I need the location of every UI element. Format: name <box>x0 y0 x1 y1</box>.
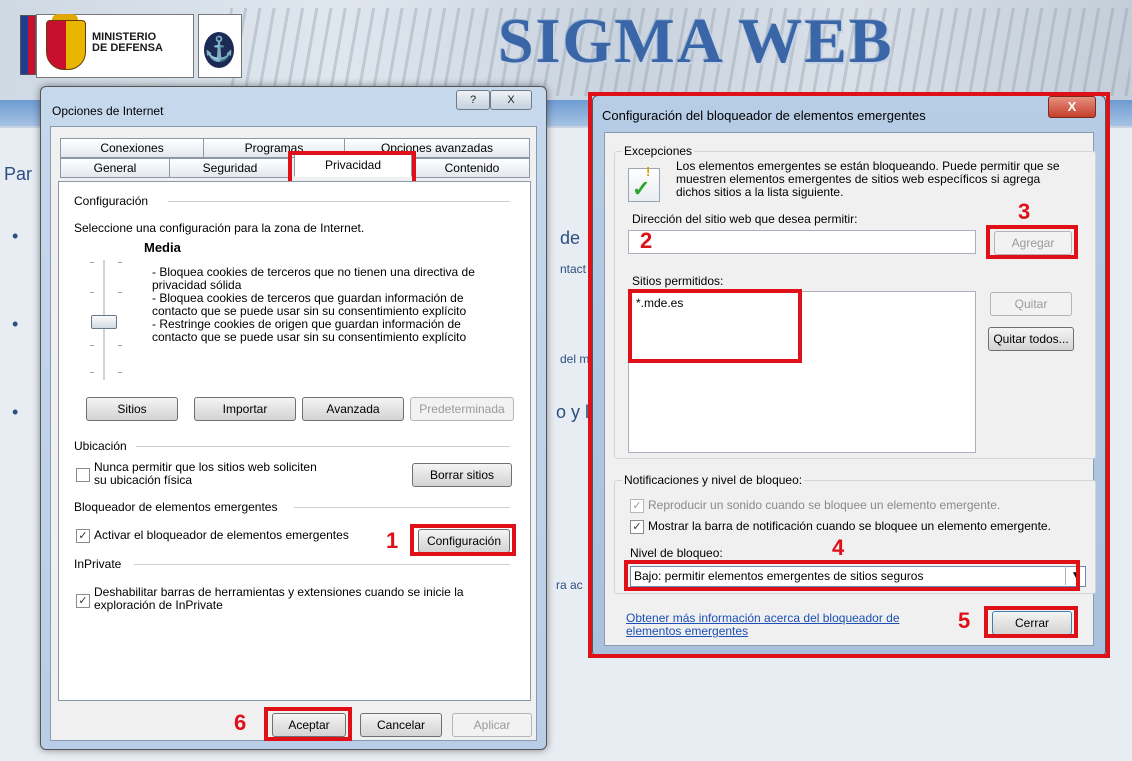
inprivate-check-label: Deshabilitar barras de herramientas y ex… <box>94 586 464 612</box>
section-configuracion: Configuración <box>74 194 149 208</box>
site-title: SIGMA WEB <box>498 5 894 76</box>
page-text-fragment: ra ac <box>556 578 583 592</box>
slider-tick <box>118 372 122 373</box>
step-number-1: 1 <box>386 528 399 553</box>
importar-button[interactable]: Importar <box>194 397 296 421</box>
tab-general[interactable]: General <box>60 158 170 178</box>
slider-tick <box>118 292 122 293</box>
step-number-6: 6 <box>234 710 247 735</box>
close-button[interactable]: X <box>490 90 532 110</box>
divider <box>134 564 510 565</box>
sitios-button[interactable]: Sitios <box>86 397 178 421</box>
highlight-configuracion <box>410 524 516 556</box>
ministerio-label: MINISTERIO DE DEFENSA <box>92 32 192 54</box>
slider-tick <box>90 262 94 263</box>
divider <box>136 446 510 447</box>
page-text-fragment: del m <box>560 352 590 366</box>
level-desc-line: contacto que se puede usar sin su consen… <box>152 330 467 344</box>
inprivate-line: exploración de InPrivate <box>94 598 223 612</box>
section-inprivate: InPrivate <box>74 557 122 571</box>
avanzada-button[interactable]: Avanzada <box>302 397 404 421</box>
highlight-popup-dialog <box>588 92 1110 658</box>
coat-of-arms-icon <box>46 20 86 70</box>
section-ubicacion: Ubicación <box>74 439 127 453</box>
highlight-privacidad <box>288 151 416 185</box>
highlight-aceptar <box>264 707 352 741</box>
config-description: Seleccione una configuración para la zon… <box>74 221 365 235</box>
ubicacion-checkbox[interactable] <box>76 468 90 482</box>
bullet-icon: • <box>12 226 19 246</box>
bullet-icon: • <box>12 402 19 422</box>
page-text-fragment: ntact <box>560 262 587 276</box>
defensa-text: DE DEFENSA <box>92 42 163 54</box>
tab-seguridad[interactable]: Seguridad <box>169 158 291 178</box>
slider-tick <box>118 345 122 346</box>
slider-tick <box>118 262 122 263</box>
ubicacion-line: su ubicación física <box>94 473 193 487</box>
page-heading-fragment: Par <box>4 164 33 184</box>
slider-tick <box>90 345 94 346</box>
predeterminada-button[interactable]: Predeterminada <box>410 397 514 421</box>
dialog-title: Opciones de Internet <box>52 104 164 118</box>
cancelar-button[interactable]: Cancelar <box>360 713 442 737</box>
spain-flag <box>20 15 36 75</box>
divider <box>168 201 510 202</box>
tab-conexiones[interactable]: Conexiones <box>60 138 204 158</box>
privacy-level-title: Media <box>144 240 181 255</box>
privacy-panel <box>58 181 531 701</box>
slider-tick <box>90 372 94 373</box>
divider <box>294 507 510 508</box>
privacy-slider-thumb[interactable] <box>91 315 117 329</box>
inprivate-checkbox[interactable]: ✓ <box>76 594 90 608</box>
bullet-icon: • <box>12 314 19 334</box>
tab-contenido[interactable]: Contenido <box>414 158 530 178</box>
page-text-fragment: o y l <box>556 402 590 422</box>
borrar-sitios-button[interactable]: Borrar sitios <box>412 463 512 487</box>
help-button[interactable]: ? <box>456 90 490 110</box>
privacy-level-description: - Bloquea cookies de terceros que no tie… <box>152 266 475 344</box>
popup-blocker-label: Activar el bloqueador de elementos emerg… <box>94 528 349 542</box>
aplicar-button[interactable]: Aplicar <box>452 713 532 737</box>
popup-blocker-checkbox[interactable]: ✓ <box>76 529 90 543</box>
section-bloqueador: Bloqueador de elementos emergentes <box>74 500 278 514</box>
anchor-icon: ⚓ <box>204 32 234 68</box>
page-text-fragment: de <box>560 228 581 248</box>
ubicacion-check-label: Nunca permitir que los sitios web solici… <box>94 461 317 487</box>
slider-tick <box>90 292 94 293</box>
